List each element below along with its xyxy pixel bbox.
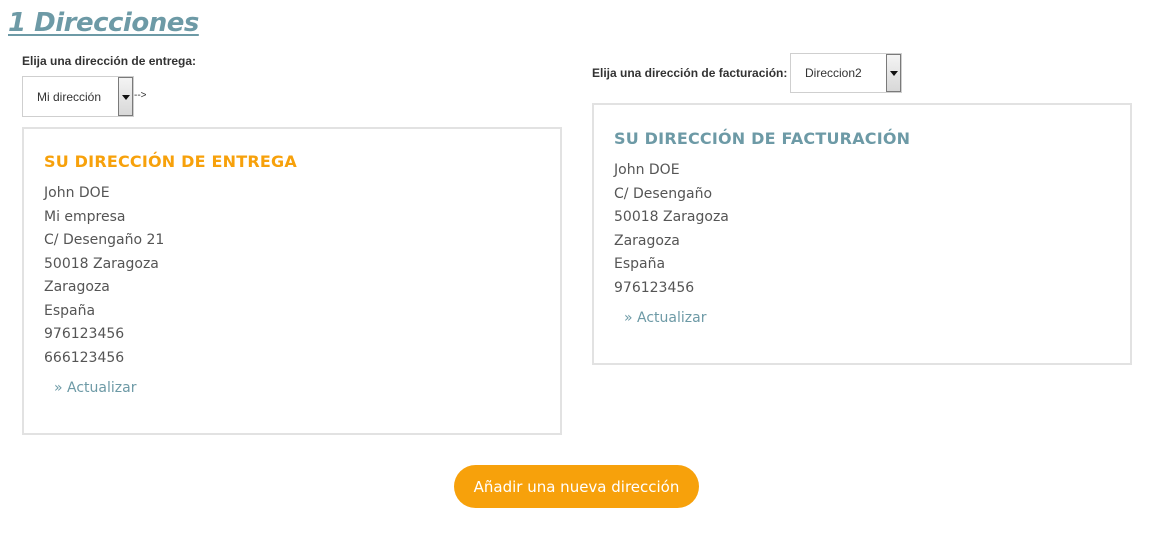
billing-address-selected-value: Direccion2: [805, 66, 862, 80]
address-line: Zaragoza: [614, 232, 680, 249]
delivery-address-label: Elija una dirección de entrega:: [22, 54, 197, 68]
address-line: Zaragoza: [44, 279, 110, 295]
address-line: John DOE: [614, 162, 680, 178]
address-line: España: [44, 302, 96, 319]
delivery-address-heading: SU DIRECCIÓN DE ENTREGA: [44, 152, 297, 171]
address-line: España: [614, 256, 666, 272]
address-line: 976123456: [44, 326, 125, 342]
address-line: C/ Desengaño: [614, 185, 713, 202]
delivery-address-selected-value: Mi dirección: [37, 89, 102, 104]
chevron-down-icon[interactable]: [118, 77, 133, 116]
arrow-text: -->: [134, 90, 147, 101]
delivery-address-box: SU DIRECCIÓN DE ENTREGA John DOE Mi empr…: [22, 127, 562, 435]
address-line: 50018 Zaragoza: [614, 209, 729, 225]
address-line: 50018 Zaragoza: [44, 255, 159, 272]
billing-address-select[interactable]: Direccion2: [790, 53, 902, 93]
add-new-address-button[interactable]: Añadir una nueva dirección: [454, 465, 699, 508]
delivery-address-select[interactable]: Mi dirección: [22, 76, 134, 117]
delivery-update-link[interactable]: » Actualizar: [54, 380, 136, 396]
delivery-address-lines: John DOE Mi empresa C/ Desengaño 21 5001…: [44, 182, 540, 370]
billing-address-lines: John DOE C/ Desengaño 50018 Zaragoza Zar…: [614, 159, 1110, 300]
address-line: 666123456: [44, 349, 125, 366]
address-line: John DOE: [44, 185, 110, 201]
billing-address-label: Elija una dirección de facturación:: [592, 66, 788, 80]
addresses-page: 1 Direcciones Elija una dirección de ent…: [0, 0, 1170, 538]
billing-address-heading: SU DIRECCIÓN DE FACTURACIÓN: [614, 129, 911, 148]
address-line: 976123456: [614, 279, 695, 296]
address-line: C/ Desengaño 21: [44, 232, 165, 248]
page-title: 1 Direcciones: [8, 8, 199, 38]
billing-address-box: SU DIRECCIÓN DE FACTURACIÓN John DOE C/ …: [592, 103, 1132, 365]
address-line: Mi empresa: [44, 208, 126, 225]
billing-update-link[interactable]: » Actualizar: [624, 310, 706, 326]
chevron-down-icon[interactable]: [886, 54, 901, 92]
